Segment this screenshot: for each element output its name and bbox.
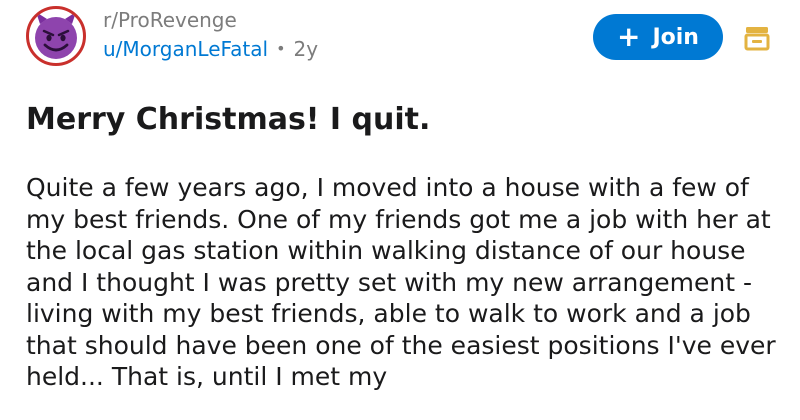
plus-icon: + [617,20,641,53]
author-row: u/MorganLeFatal • 2y [103,34,318,64]
post-body: Quite a few years ago, I moved into a ho… [26,173,776,391]
subreddit-link[interactable]: r/ProRevenge [103,6,318,34]
meta-separator: • [276,39,286,58]
post-age: 2y [293,37,319,61]
subreddit-avatar[interactable] [26,6,86,66]
devil-emoji-icon [35,12,77,59]
menu-icon[interactable] [743,24,771,52]
join-button[interactable]: + Join [593,14,723,60]
author-link[interactable]: u/MorganLeFatal [103,34,268,64]
post-meta: r/ProRevenge u/MorganLeFatal • 2y [103,6,318,64]
post-header: r/ProRevenge u/MorganLeFatal • 2y + Join [0,0,800,80]
post-title[interactable]: Merry Christmas! I quit. [26,102,430,137]
join-button-label: Join [652,24,699,50]
